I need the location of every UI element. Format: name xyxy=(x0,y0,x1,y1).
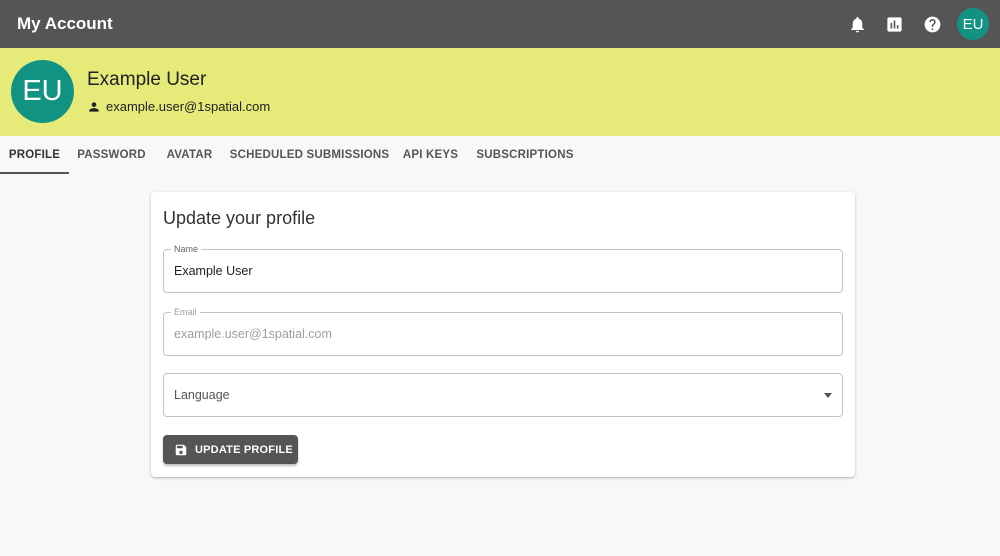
tab-password[interactable]: PASSWORD xyxy=(69,136,154,174)
name-field[interactable]: Name Example User xyxy=(163,243,843,293)
tab-profile[interactable]: PROFILE xyxy=(0,136,69,174)
tab-api-keys[interactable]: API KEYS xyxy=(394,136,467,174)
profile-email-row: example.user@1spatial.com xyxy=(87,99,270,114)
name-field-value: Example User xyxy=(174,264,253,278)
email-field-label: Email xyxy=(171,306,200,318)
save-icon xyxy=(175,444,187,455)
help-button[interactable] xyxy=(920,12,944,36)
tab-avatar[interactable]: AVATAR xyxy=(154,136,225,174)
bell-icon xyxy=(850,16,864,32)
update-profile-button[interactable]: UPDATE PROFILE xyxy=(163,435,298,464)
profile-banner: EU Example User example.user@1spatial.co… xyxy=(0,48,1000,136)
app-bar: My Account EU xyxy=(0,0,1000,48)
notifications-button[interactable] xyxy=(845,12,869,36)
reports-button[interactable] xyxy=(882,12,906,36)
profile-avatar: EU xyxy=(11,60,74,123)
tab-scheduled-submissions[interactable]: SCHEDULED SUBMISSIONS xyxy=(225,136,394,174)
email-field: Email example.user@1spatial.com xyxy=(163,306,843,356)
user-avatar-button[interactable]: EU xyxy=(957,8,989,40)
language-select[interactable]: Language xyxy=(163,373,843,417)
name-field-label: Name xyxy=(171,243,202,255)
profile-name: Example User xyxy=(87,69,207,90)
chart-icon xyxy=(886,16,902,32)
profile-form-card: Update your profile Name Example User Em… xyxy=(151,192,855,477)
language-select-placeholder: Language xyxy=(174,388,230,402)
email-field-value: example.user@1spatial.com xyxy=(174,327,332,341)
help-icon xyxy=(924,16,940,32)
update-profile-label: UPDATE PROFILE xyxy=(195,443,293,456)
app-title: My Account xyxy=(17,14,113,33)
tab-subscriptions[interactable]: SUBSCRIPTIONS xyxy=(467,136,583,174)
profile-email: example.user@1spatial.com xyxy=(106,99,271,114)
form-title: Update your profile xyxy=(163,208,316,228)
account-tabs: PROFILE PASSWORD AVATAR SCHEDULED SUBMIS… xyxy=(0,136,1000,174)
person-icon xyxy=(89,101,99,112)
dropdown-arrow-icon xyxy=(824,393,832,398)
